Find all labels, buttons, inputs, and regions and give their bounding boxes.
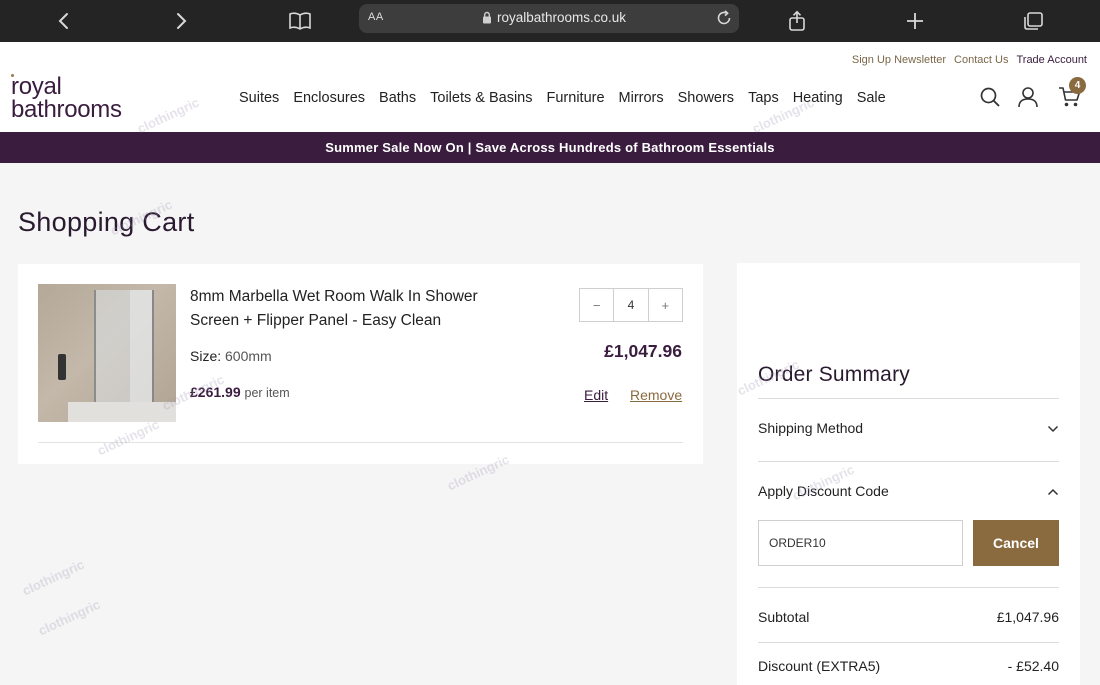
qty-decrease-button[interactable]: −	[580, 289, 613, 321]
chevron-down-icon	[1047, 420, 1059, 436]
search-icon[interactable]	[979, 86, 1001, 113]
chevron-up-icon	[1047, 483, 1059, 499]
watermark: clothingric	[35, 596, 103, 639]
nav-item-toilets-basins[interactable]: Toilets & Basins	[430, 90, 532, 106]
product-image[interactable]	[38, 284, 176, 422]
discount-code-label: Apply Discount Code	[758, 483, 889, 499]
nav-item-showers[interactable]: Showers	[678, 90, 734, 106]
divider	[758, 587, 1059, 588]
nav-item-taps[interactable]: Taps	[748, 90, 779, 106]
nav-item-sale[interactable]: Sale	[857, 90, 886, 106]
share-icon[interactable]	[784, 8, 810, 34]
shipping-method-label: Shipping Method	[758, 420, 864, 436]
reader-text-size-button[interactable]: AA	[368, 11, 384, 23]
logo-dot	[11, 74, 14, 77]
divider	[758, 461, 1059, 462]
subtotal-row: Subtotal £1,047.96	[758, 609, 1059, 625]
product-name[interactable]: 8mm Marbella Wet Room Walk In Shower Scr…	[190, 285, 520, 333]
edit-link[interactable]: Edit	[584, 387, 608, 403]
product-size: Size: 600mm	[190, 348, 272, 364]
cart-count-badge: 4	[1069, 77, 1086, 94]
discount-code-input[interactable]	[758, 520, 963, 566]
size-label: Size:	[190, 348, 222, 364]
unit-price-amount: £261.99	[190, 384, 241, 400]
divider	[38, 442, 683, 443]
account-icon[interactable]	[1017, 86, 1039, 113]
unit-price: £261.99 per item	[190, 384, 290, 400]
discount-row-value: - £52.40	[1007, 658, 1059, 674]
cancel-discount-button[interactable]: Cancel	[973, 520, 1059, 566]
shipping-method-toggle[interactable]: Shipping Method	[758, 420, 1059, 436]
logo-line1: royal	[11, 73, 62, 100]
new-tab-icon[interactable]	[902, 8, 928, 34]
unit-price-suffix: per item	[244, 386, 290, 400]
remove-link[interactable]: Remove	[630, 387, 682, 403]
back-icon[interactable]	[51, 8, 77, 34]
main-nav: Suites Enclosures Baths Toilets & Basins…	[239, 90, 900, 106]
cart-item-card: 8mm Marbella Wet Room Walk In Shower Scr…	[18, 264, 703, 464]
address-bar[interactable]: AA royalbathrooms.co.uk	[359, 4, 739, 33]
watermark: clothingric	[19, 556, 87, 599]
site-header: Sign Up Newsletter Contact Us Trade Acco…	[0, 42, 1100, 132]
forward-icon[interactable]	[168, 8, 194, 34]
nav-item-enclosures[interactable]: Enclosures	[293, 90, 365, 106]
qty-value-field[interactable]: 4	[613, 289, 649, 321]
nav-item-suites[interactable]: Suites	[239, 90, 279, 106]
line-total: £1,047.96	[604, 341, 682, 361]
browser-toolbar: AA royalbathrooms.co.uk	[0, 0, 1100, 42]
site-logo[interactable]: royal bathrooms	[11, 73, 122, 123]
divider	[758, 642, 1059, 643]
discount-row: Discount (EXTRA5) - £52.40	[758, 658, 1059, 674]
lock-icon	[482, 11, 492, 24]
utility-links: Sign Up Newsletter Contact Us Trade Acco…	[852, 54, 1087, 66]
nav-item-furniture[interactable]: Furniture	[547, 90, 605, 106]
promo-banner[interactable]: Summer Sale Now On | Save Across Hundred…	[0, 132, 1100, 163]
quantity-stepper: − 4 +	[579, 288, 683, 322]
trade-account-link[interactable]: Trade Account	[1016, 54, 1087, 66]
subtotal-label: Subtotal	[758, 609, 810, 625]
bookmarks-icon[interactable]	[287, 8, 313, 34]
url-text: royalbathrooms.co.uk	[497, 10, 627, 25]
flipper-panel-shape	[130, 290, 154, 408]
towel-shape	[58, 354, 66, 380]
discount-row-label: Discount (EXTRA5)	[758, 658, 881, 674]
qty-increase-button[interactable]: +	[649, 289, 682, 321]
nav-item-baths[interactable]: Baths	[379, 90, 416, 106]
subtotal-value: £1,047.96	[996, 609, 1059, 625]
shower-tray-shape	[68, 402, 176, 422]
nav-item-heating[interactable]: Heating	[793, 90, 843, 106]
divider	[758, 398, 1059, 399]
logo-line2: bathrooms	[11, 96, 122, 123]
discount-code-toggle[interactable]: Apply Discount Code	[758, 483, 1059, 499]
contact-link[interactable]: Contact Us	[954, 54, 1008, 66]
reload-icon[interactable]	[715, 9, 733, 27]
size-value: 600mm	[225, 348, 272, 364]
tabs-overview-icon[interactable]	[1020, 8, 1046, 34]
nav-item-mirrors[interactable]: Mirrors	[619, 90, 664, 106]
order-summary-panel: Order Summary Shipping Method Apply Disc…	[737, 263, 1080, 685]
order-summary-title: Order Summary	[758, 363, 910, 386]
page-title: Shopping Cart	[18, 207, 195, 237]
newsletter-link[interactable]: Sign Up Newsletter	[852, 54, 946, 66]
